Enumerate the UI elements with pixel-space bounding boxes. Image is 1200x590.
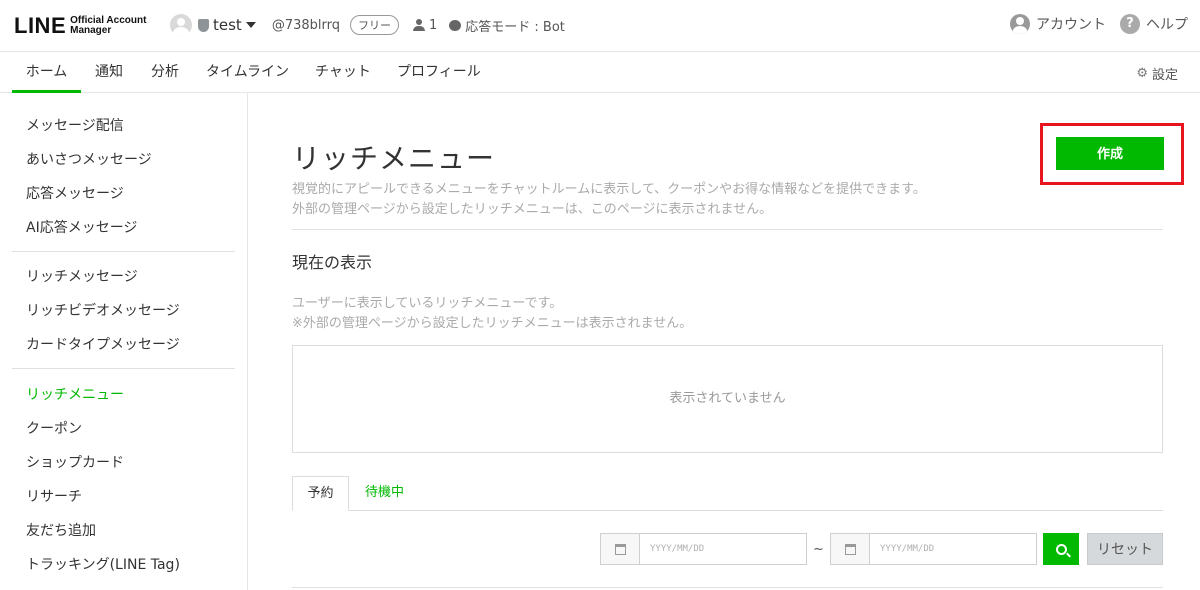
account-link[interactable]: アカウント xyxy=(1036,14,1106,34)
sidebar-item-coupon[interactable]: クーポン xyxy=(26,418,82,438)
sidebar-item-rich-menu[interactable]: リッチメニュー xyxy=(26,384,124,404)
account-id: @738blrrq xyxy=(271,17,340,33)
chevron-down-icon[interactable] xyxy=(245,22,256,28)
bottom-divider xyxy=(292,587,1163,588)
page-description-line2: 外部の管理ページから設定したリッチメニューは、このページに表示されません。 xyxy=(292,202,773,217)
date-from-field xyxy=(600,533,807,565)
empty-state-text: 表示されていません xyxy=(669,391,786,406)
sidebar-divider xyxy=(12,368,235,369)
section-description-line2: ※外部の管理ページから設定したリッチメニューは表示されません。 xyxy=(292,316,693,331)
schedule-tabs: 予約 待機中 xyxy=(292,476,1163,511)
calendar-icon-cell[interactable] xyxy=(601,534,640,564)
date-range-separator: ~ xyxy=(813,542,824,557)
section-description-line1: ユーザーに表示しているリッチメニューです。 xyxy=(292,296,563,311)
nav-tab-home[interactable]: ホーム xyxy=(12,52,81,93)
sidebar-item-add-friends[interactable]: 友だち追加 xyxy=(26,520,96,540)
sidebar-item-card-message[interactable]: カードタイプメッセージ xyxy=(26,334,180,354)
date-to-input[interactable] xyxy=(870,534,1036,564)
header-right-links: アカウント ? ヘルプ xyxy=(1010,14,1188,34)
calendar-icon-cell[interactable] xyxy=(831,534,870,564)
settings-label: 設定 xyxy=(1151,68,1178,83)
sidebar-item-rich-video[interactable]: リッチビデオメッセージ xyxy=(26,300,180,320)
calendar-icon xyxy=(614,543,626,555)
tab-scheduled[interactable]: 予約 xyxy=(292,476,349,511)
search-button[interactable] xyxy=(1043,533,1079,565)
nav-tab-timeline[interactable]: タイムライン xyxy=(206,52,289,93)
current-menu-empty-state: 表示されていません xyxy=(292,345,1163,453)
calendar-icon xyxy=(844,543,856,555)
tab-standby[interactable]: 待機中 xyxy=(365,476,404,511)
sidebar-item-ai-response[interactable]: AI応答メッセージ xyxy=(26,217,137,237)
help-icon[interactable]: ? xyxy=(1120,14,1140,34)
create-button-highlight: 作成 xyxy=(1040,123,1184,185)
sidebar: メッセージ配信 あいさつメッセージ 応答メッセージ AI応答メッセージ リッチメ… xyxy=(0,93,248,590)
account-avatar-icon[interactable] xyxy=(170,14,192,36)
create-button[interactable]: 作成 xyxy=(1056,137,1164,170)
response-mode: 応答モード : Bot xyxy=(465,19,565,35)
nav-tab-analytics[interactable]: 分析 xyxy=(151,52,179,93)
sidebar-item-research[interactable]: リサーチ xyxy=(26,486,82,506)
main-content: リッチメニュー 視覚的にアピールできるメニューをチャットルームに表示して、クーポ… xyxy=(249,93,1200,590)
help-link[interactable]: ヘルプ xyxy=(1146,14,1188,34)
chat-bubble-icon xyxy=(449,19,462,31)
main-nav: ホーム 通知 分析 タイムライン チャット プロフィール ⚙ 設定 xyxy=(0,52,1200,93)
gear-icon: ⚙ xyxy=(1136,66,1148,81)
date-to-field xyxy=(830,533,1037,565)
search-icon xyxy=(1055,543,1067,555)
logo-text: LINE xyxy=(14,13,67,38)
sidebar-item-rich-message[interactable]: リッチメッセージ xyxy=(26,266,138,286)
nav-tab-chat[interactable]: チャット xyxy=(315,52,371,93)
friend-count: 1 xyxy=(428,17,438,33)
nav-tab-profile[interactable]: プロフィール xyxy=(397,52,481,93)
logo-subtext: Official Account Manager xyxy=(70,16,146,36)
sidebar-item-auto-response[interactable]: 応答メッセージ xyxy=(26,183,124,203)
sidebar-item-tracking[interactable]: トラッキング(LINE Tag) xyxy=(26,554,180,574)
line-logo[interactable]: LINE Official Account Manager xyxy=(14,13,146,39)
page-description-line1: 視覚的にアピールできるメニューをチャットルームに表示して、クーポンやお得な情報な… xyxy=(292,182,926,197)
reset-button[interactable]: リセット xyxy=(1087,533,1163,565)
top-header: LINE Official Account Manager test @738b… xyxy=(0,0,1200,52)
date-from-input[interactable] xyxy=(640,534,806,564)
section-divider xyxy=(292,229,1163,230)
shield-icon xyxy=(198,18,209,32)
friends-icon xyxy=(412,19,427,31)
logo-subtext-line2: Manager xyxy=(70,25,112,36)
sidebar-divider xyxy=(12,251,235,252)
account-switcher: test @738blrrq フリー 1 応答モード : Bot xyxy=(170,14,565,36)
settings-link[interactable]: ⚙ 設定 xyxy=(1136,64,1178,83)
nav-tab-notifications[interactable]: 通知 xyxy=(95,52,123,93)
page-title: リッチメニュー xyxy=(292,142,496,175)
account-name[interactable]: test xyxy=(213,16,242,34)
section-title-current-display: 現在の表示 xyxy=(292,253,373,272)
user-icon[interactable] xyxy=(1010,14,1030,34)
plan-badge: フリー xyxy=(349,15,399,35)
sidebar-item-greeting[interactable]: あいさつメッセージ xyxy=(26,149,152,169)
sidebar-item-message-delivery[interactable]: メッセージ配信 xyxy=(26,115,124,135)
sidebar-item-shop-card[interactable]: ショップカード xyxy=(26,452,124,472)
